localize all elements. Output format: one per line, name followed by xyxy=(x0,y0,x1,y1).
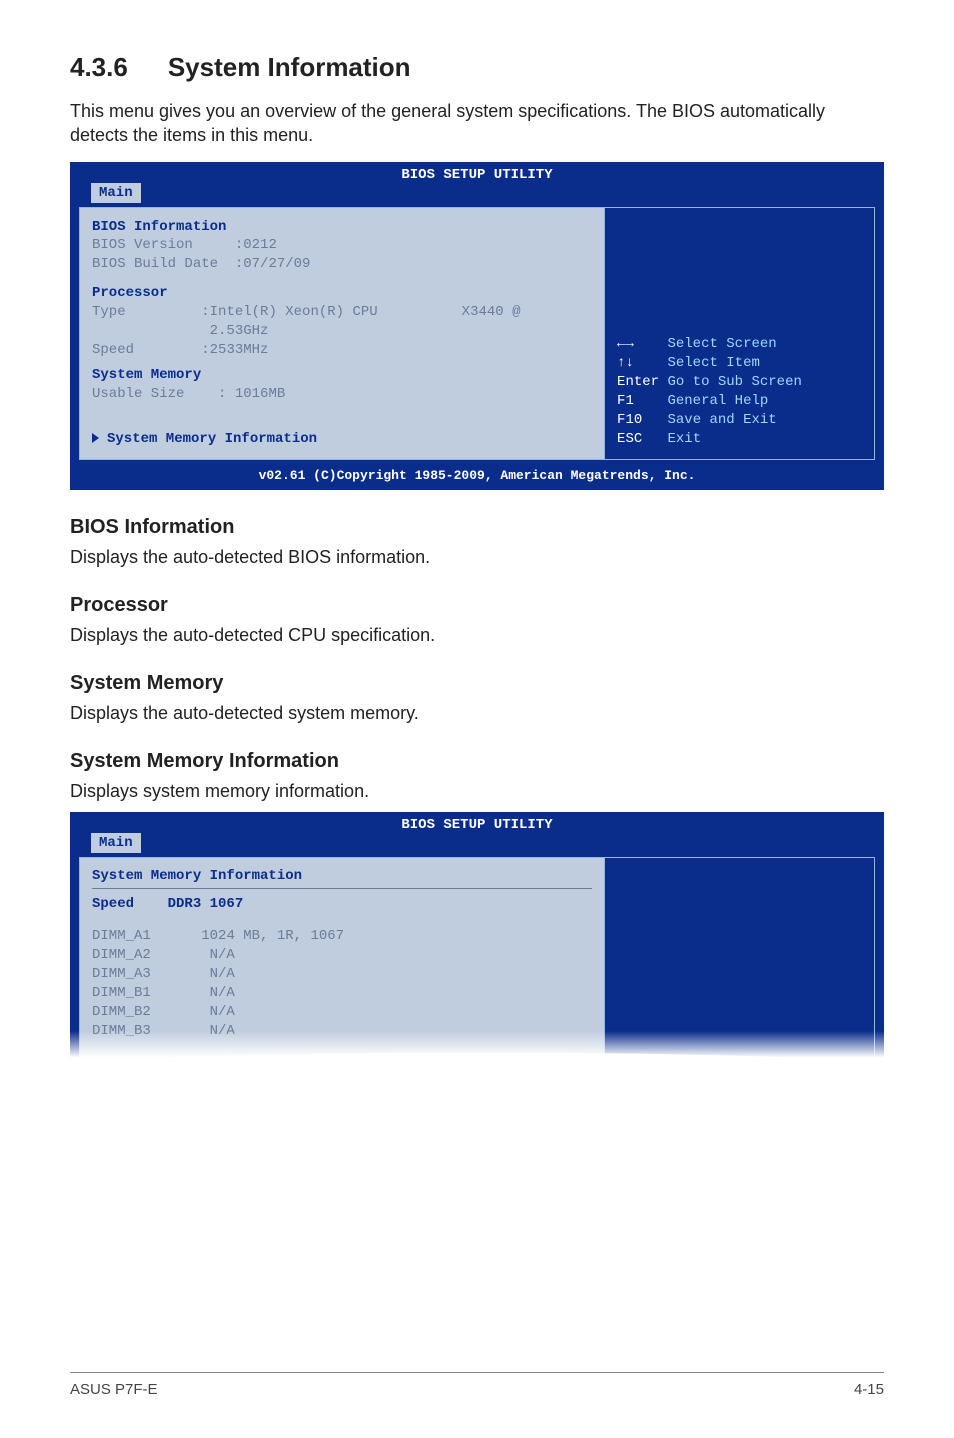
section-number: 4.3.6 xyxy=(70,52,128,82)
dimm-row: DIMM_A2 N/A xyxy=(92,946,592,965)
section-heading: 4.3.6 System Information xyxy=(70,52,884,83)
smi-speed-row: Speed DDR3 1067 xyxy=(92,895,592,914)
bios-right-panel: ←→ Select Screen ↑↓ Select Item Enter Go… xyxy=(604,208,874,459)
footer-right: 4-15 xyxy=(854,1381,884,1398)
bios-copyright: v02.61 (C)Copyright 1985-2009, American … xyxy=(71,468,883,489)
page-footer: ASUS P7F-E 4-15 xyxy=(70,1372,884,1398)
system-memory-text: Displays the auto-detected system memory… xyxy=(70,703,884,724)
smi-subhead: System Memory Information xyxy=(70,750,884,773)
bios-screen-smi: BIOS SETUP UTILITY Main System Memory In… xyxy=(70,812,884,1069)
help-f10: F10 Save and Exit xyxy=(617,411,862,430)
bios-build-row: BIOS Build Date :07/27/09 xyxy=(92,255,592,274)
dimm-row: DIMM_A3 N/A xyxy=(92,965,592,984)
smi-text: Displays system memory information. xyxy=(70,781,884,802)
processor-heading: Processor xyxy=(92,284,592,303)
help-enter: Enter Go to Sub Screen xyxy=(617,373,862,392)
help-esc: ESC Exit xyxy=(617,430,862,449)
bios2-right-panel xyxy=(604,858,874,1068)
speed-row: Speed :2533MHz xyxy=(92,341,592,360)
bios-title: BIOS SETUP UTILITY xyxy=(401,167,552,183)
dimm-row: DIMM_B1 N/A xyxy=(92,984,592,1003)
help-select-item: ↑↓ Select Item xyxy=(617,354,862,373)
bios-left-panel: BIOS Information BIOS Version :0212 BIOS… xyxy=(80,208,604,459)
bios-information-text: Displays the auto-detected BIOS informat… xyxy=(70,547,884,568)
dimm-row: DIMM_A1 1024 MB, 1R, 1067 xyxy=(92,927,592,946)
bios2-left-panel: System Memory Information Speed DDR3 106… xyxy=(80,858,604,1068)
bios-information-subhead: BIOS Information xyxy=(70,516,884,539)
submenu-arrow-icon xyxy=(92,433,99,443)
usable-size-row: Usable Size : 1016MB xyxy=(92,385,592,404)
bios2-tab-main[interactable]: Main xyxy=(91,833,141,853)
bios-screen-main: BIOS SETUP UTILITY Main BIOS Information… xyxy=(70,162,884,490)
dimm-row: DIMM_B2 N/A xyxy=(92,1003,592,1022)
system-memory-subhead: System Memory xyxy=(70,672,884,695)
dimm-row: DIMM_B3 N/A xyxy=(92,1022,592,1041)
footer-left: ASUS P7F-E xyxy=(70,1381,158,1398)
smi-title: System Memory Information xyxy=(92,868,592,889)
system-memory-heading: System Memory xyxy=(92,366,592,385)
bios2-header: BIOS SETUP UTILITY Main xyxy=(71,813,883,857)
system-memory-info-link[interactable]: System Memory Information xyxy=(92,430,592,449)
section-title-text: System Information xyxy=(168,52,411,82)
bios-header: BIOS SETUP UTILITY Main xyxy=(71,163,883,207)
processor-text: Displays the auto-detected CPU specifica… xyxy=(70,625,884,646)
help-f1: F1 General Help xyxy=(617,392,862,411)
help-select-screen: ←→ Select Screen xyxy=(617,335,862,354)
section-intro: This menu gives you an overview of the g… xyxy=(70,99,884,148)
bios-tab-main[interactable]: Main xyxy=(91,183,141,203)
bios-version-row: BIOS Version :0212 xyxy=(92,236,592,255)
bios-info-heading: BIOS Information xyxy=(92,218,592,237)
processor-subhead: Processor xyxy=(70,594,884,617)
processor-type-row2: 2.53GHz xyxy=(92,322,592,341)
bios2-title: BIOS SETUP UTILITY xyxy=(401,817,552,833)
processor-type-row: Type :Intel(R) Xeon(R) CPU X3440 @ xyxy=(92,303,592,322)
